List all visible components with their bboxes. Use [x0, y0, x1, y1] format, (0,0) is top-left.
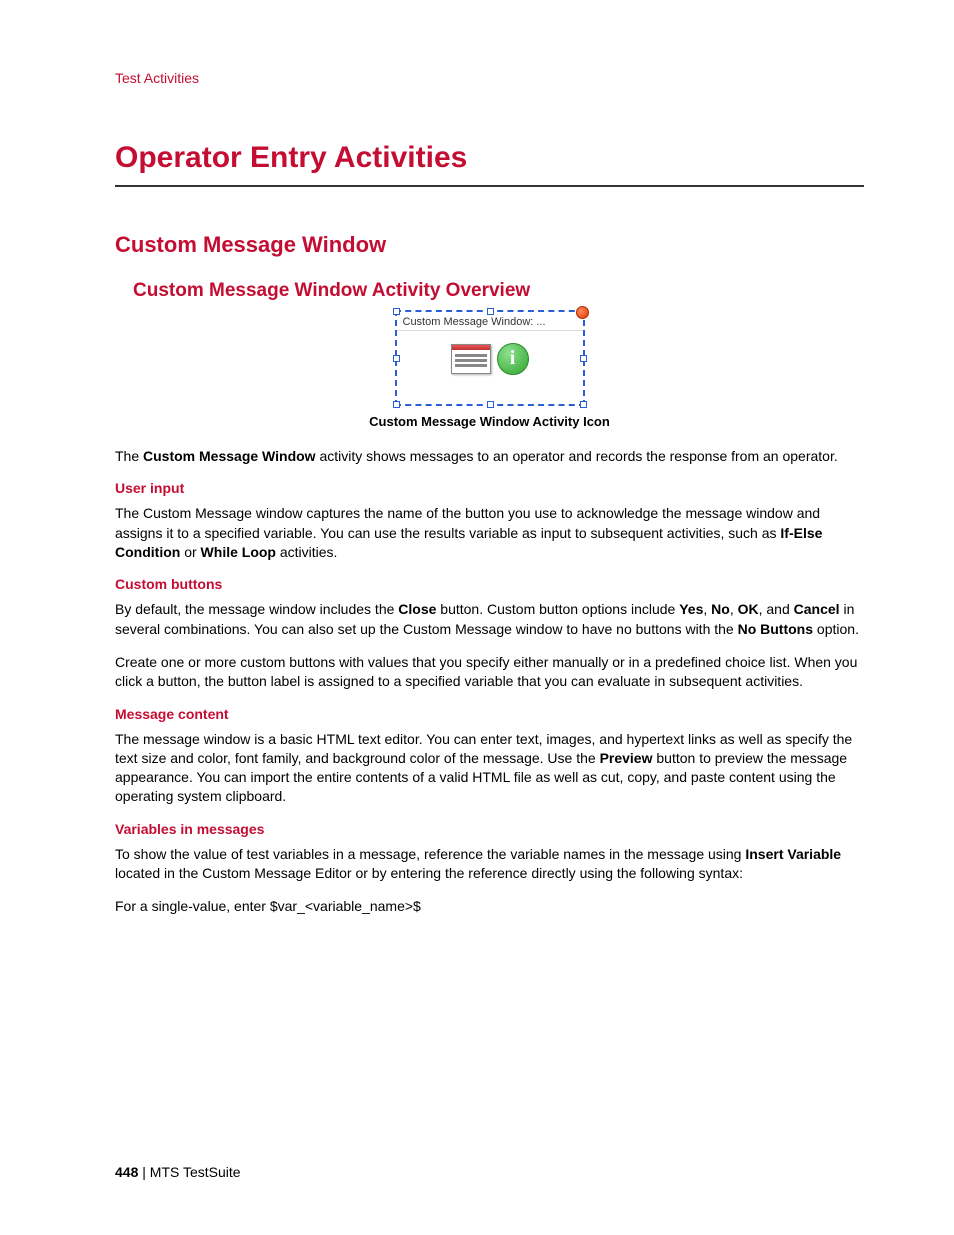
text-bold: Close: [398, 601, 436, 617]
message-content-heading: Message content: [115, 706, 864, 722]
text: or: [180, 544, 200, 560]
custom-message-window-icon: Custom Message Window: ... i: [395, 310, 585, 406]
text: located in the Custom Message Editor or …: [115, 865, 743, 881]
text: The Custom Message window captures the n…: [115, 505, 820, 540]
text-bold: OK: [738, 601, 759, 617]
intro-paragraph: The Custom Message Window activity shows…: [115, 447, 864, 466]
text: button. Custom button options include: [436, 601, 679, 617]
page-number: 448: [115, 1164, 138, 1180]
text: option.: [813, 621, 859, 637]
custom-buttons-paragraph-1: By default, the message window includes …: [115, 600, 864, 639]
subsection-heading: Custom Message Window Activity Overview: [133, 280, 864, 302]
footer-doc-title: MTS TestSuite: [150, 1164, 241, 1180]
title-rule: [115, 185, 864, 187]
custom-buttons-heading: Custom buttons: [115, 576, 864, 592]
variables-heading: Variables in messages: [115, 821, 864, 837]
text-bold: Preview: [600, 750, 653, 766]
text: To show the value of test variables in a…: [115, 846, 745, 862]
text-bold: Cancel: [794, 601, 840, 617]
breadcrumb: Test Activities: [115, 70, 864, 86]
custom-buttons-paragraph-2: Create one or more custom buttons with v…: [115, 653, 864, 692]
text-bold: Custom Message Window: [143, 448, 316, 464]
user-input-paragraph: The Custom Message window captures the n…: [115, 504, 864, 562]
text: ,: [730, 601, 738, 617]
text-bold: No Buttons: [738, 621, 813, 637]
page-title: Operator Entry Activities: [115, 141, 864, 179]
dialog-icon: [451, 344, 491, 374]
text: , and: [759, 601, 794, 617]
text-bold: No: [711, 601, 730, 617]
text-bold: Yes: [679, 601, 703, 617]
activity-icon-figure: Custom Message Window: ... i: [115, 310, 864, 406]
text: By default, the message window includes …: [115, 601, 398, 617]
page-footer: 448 | MTS TestSuite: [115, 1164, 241, 1180]
footer-separator: |: [138, 1164, 149, 1180]
variables-paragraph-1: To show the value of test variables in a…: [115, 845, 864, 884]
info-icon: i: [497, 343, 529, 375]
section-heading: Custom Message Window: [115, 232, 864, 258]
variables-paragraph-2: For a single-value, enter $var_<variable…: [115, 897, 864, 916]
text: The: [115, 448, 143, 464]
close-icon: [576, 306, 589, 319]
user-input-heading: User input: [115, 480, 864, 496]
text-bold: Insert Variable: [745, 846, 841, 862]
text: ,: [703, 601, 711, 617]
figure-caption: Custom Message Window Activity Icon: [115, 414, 864, 429]
text: activity shows messages to an operator a…: [316, 448, 838, 464]
text: activities.: [276, 544, 337, 560]
text-bold: While Loop: [201, 544, 276, 560]
message-content-paragraph: The message window is a basic HTML text …: [115, 730, 864, 807]
